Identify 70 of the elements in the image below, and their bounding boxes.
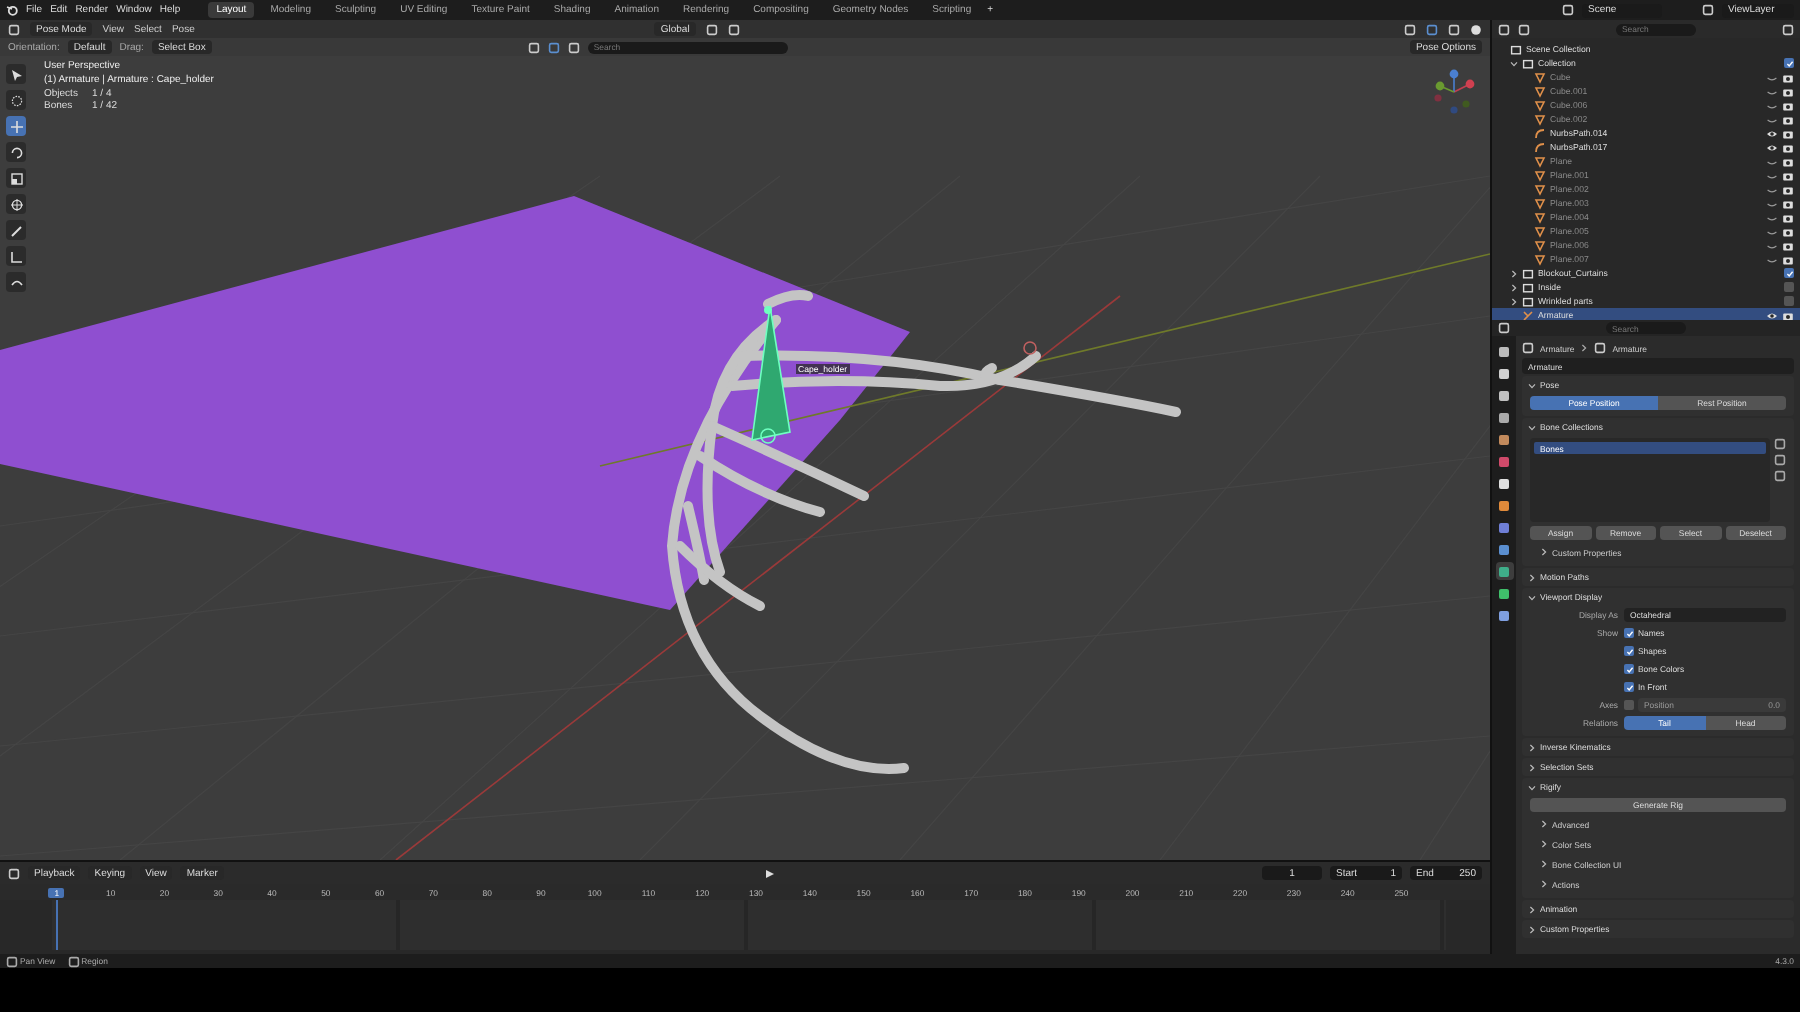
- camera-icon[interactable]: [1782, 197, 1794, 209]
- chevron-right-icon[interactable]: [1528, 905, 1536, 913]
- checkbox[interactable]: [1624, 664, 1634, 674]
- checkbox[interactable]: [1624, 646, 1634, 656]
- chevron-right-icon[interactable]: [1510, 297, 1518, 305]
- chevron-down-icon[interactable]: [1528, 593, 1536, 601]
- annotate-tool-icon[interactable]: [6, 220, 26, 240]
- camera-icon[interactable]: [1782, 253, 1794, 265]
- checkbox[interactable]: [1784, 268, 1794, 278]
- camera-icon[interactable]: [1782, 155, 1794, 167]
- shading-icon[interactable]: [1470, 23, 1482, 35]
- properties-tab[interactable]: [1495, 408, 1513, 426]
- camera-icon[interactable]: [1782, 225, 1794, 237]
- camera-icon[interactable]: [1782, 85, 1794, 97]
- transform-tool-icon[interactable]: [6, 194, 26, 214]
- camera-icon[interactable]: [1782, 239, 1794, 251]
- camera-icon[interactable]: [1782, 127, 1794, 139]
- chevron-right-icon[interactable]: [1540, 820, 1548, 828]
- checkbox[interactable]: [1784, 296, 1794, 306]
- checkbox[interactable]: [1784, 282, 1794, 292]
- camera-icon[interactable]: [1782, 211, 1794, 223]
- eye-icon[interactable]: [1766, 141, 1778, 153]
- camera-icon[interactable]: [1782, 183, 1794, 195]
- chevron-down-icon[interactable]: [1528, 783, 1536, 791]
- checkbox[interactable]: [1624, 682, 1634, 692]
- move-tool-icon[interactable]: [6, 116, 26, 136]
- measure-tool-icon[interactable]: [6, 246, 26, 266]
- checkbox[interactable]: [1624, 628, 1634, 638]
- properties-tab[interactable]: [1495, 584, 1513, 602]
- properties-tab[interactable]: [1495, 562, 1513, 580]
- properties-tab[interactable]: [1495, 386, 1513, 404]
- chevron-right-icon[interactable]: [1540, 860, 1548, 868]
- chevron-down-icon[interactable]: [1528, 381, 1536, 389]
- checkbox[interactable]: [1784, 58, 1794, 68]
- properties-tab[interactable]: [1495, 606, 1513, 624]
- chevron-right-icon[interactable]: [1528, 573, 1536, 581]
- camera-icon[interactable]: [1782, 113, 1794, 125]
- checkbox[interactable]: [1624, 700, 1634, 710]
- eye-icon[interactable]: [1766, 309, 1778, 320]
- properties-tab[interactable]: [1495, 342, 1513, 360]
- chevron-right-icon[interactable]: [1540, 840, 1548, 848]
- chevron-right-icon[interactable]: [1528, 763, 1536, 771]
- selected-bone: [751, 305, 791, 444]
- camera-icon[interactable]: [1782, 169, 1794, 181]
- properties-tab[interactable]: [1495, 364, 1513, 382]
- camera-icon[interactable]: [1782, 309, 1794, 320]
- eye-icon[interactable]: [1766, 127, 1778, 139]
- cursor-tool-icon[interactable]: [6, 90, 26, 110]
- chevron-right-icon[interactable]: [1528, 743, 1536, 751]
- chevron-right-icon[interactable]: [1510, 269, 1518, 277]
- select-tool-icon[interactable]: [6, 64, 26, 84]
- app-logo-icon[interactable]: [6, 4, 18, 16]
- properties-tab[interactable]: [1495, 430, 1513, 448]
- chevron-right-icon[interactable]: [1540, 548, 1548, 556]
- chevron-right-icon[interactable]: [1510, 283, 1518, 291]
- properties-tab[interactable]: [1495, 496, 1513, 514]
- playback-controls-icon[interactable]: [763, 867, 776, 879]
- roll-tool-icon[interactable]: [6, 272, 26, 292]
- camera-icon[interactable]: [1782, 99, 1794, 111]
- timeline-track[interactable]: [52, 900, 1446, 950]
- scale-tool-icon[interactable]: [6, 168, 26, 188]
- properties-tab[interactable]: [1495, 474, 1513, 492]
- camera-icon[interactable]: [1782, 141, 1794, 153]
- chevron-down-icon[interactable]: [1510, 59, 1518, 67]
- rotate-tool-icon[interactable]: [6, 142, 26, 162]
- chevron-right-icon[interactable]: [1540, 880, 1548, 888]
- camera-icon[interactable]: [1782, 71, 1794, 83]
- chevron-down-icon[interactable]: [1528, 423, 1536, 431]
- chevron-right-icon[interactable]: [1528, 925, 1536, 933]
- navigation-gizmo[interactable]: [1430, 68, 1478, 116]
